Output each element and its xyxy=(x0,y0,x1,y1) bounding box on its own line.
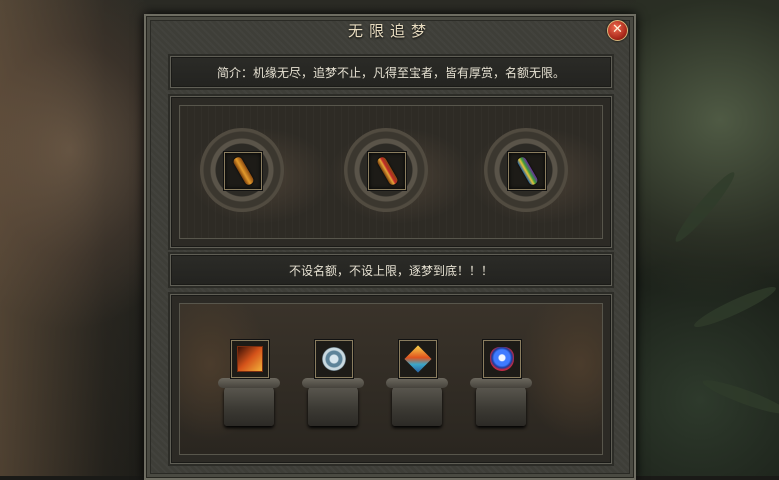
bottom-reward-area xyxy=(179,303,603,455)
background-character xyxy=(0,0,150,476)
pedestal xyxy=(470,378,532,426)
rainbow-scroll-icon xyxy=(515,155,539,187)
top-reward-area xyxy=(179,105,603,239)
background-leaf xyxy=(670,168,740,246)
pedestal xyxy=(302,378,364,426)
prism-crystal-icon xyxy=(404,345,432,373)
reward-ring xyxy=(200,128,284,212)
background-leaf xyxy=(691,281,779,333)
top-reward-frame xyxy=(170,96,612,248)
winged-emblem-icon xyxy=(490,347,514,371)
reward-slot[interactable] xyxy=(368,152,406,190)
rune-disc-icon xyxy=(322,347,346,371)
reward-ring xyxy=(484,128,568,212)
reward-ring xyxy=(344,128,428,212)
red-gold-scroll-icon xyxy=(375,155,399,187)
pedestal xyxy=(218,378,280,426)
golden-scroll-icon xyxy=(231,155,255,187)
title-bar: 无限追梦 ✕ xyxy=(146,16,634,44)
intro-text: 简介：机缘无尽，追梦不止，凡得至宝者，皆有厚赏，名额无限。 xyxy=(216,65,565,80)
reward-slot[interactable] xyxy=(315,340,353,378)
close-button[interactable]: ✕ xyxy=(607,20,628,41)
pedestal xyxy=(386,378,448,426)
reward-slot[interactable] xyxy=(508,152,546,190)
dream-panel: 无限追梦 ✕ 简介：机缘无尽，追梦不止，凡得至宝者，皆有厚赏，名额无限。 不设名… xyxy=(144,14,636,480)
reward-slot[interactable] xyxy=(224,152,262,190)
reward-slot[interactable] xyxy=(231,340,269,378)
background-leaf xyxy=(700,375,779,419)
fire-tome-icon xyxy=(237,346,263,372)
intro-bar: 简介：机缘无尽，追梦不止，凡得至宝者，皆有厚赏，名额无限。 xyxy=(170,56,612,88)
bottom-reward-frame xyxy=(170,294,612,464)
banner-text: 不设名额，不设上限，逐梦到底！！！ xyxy=(288,263,493,278)
banner-bar: 不设名额，不设上限，逐梦到底！！！ xyxy=(170,254,612,286)
reward-slot[interactable] xyxy=(483,340,521,378)
reward-slot[interactable] xyxy=(399,340,437,378)
close-icon: ✕ xyxy=(612,22,623,37)
panel-title: 无限追梦 xyxy=(347,21,432,40)
